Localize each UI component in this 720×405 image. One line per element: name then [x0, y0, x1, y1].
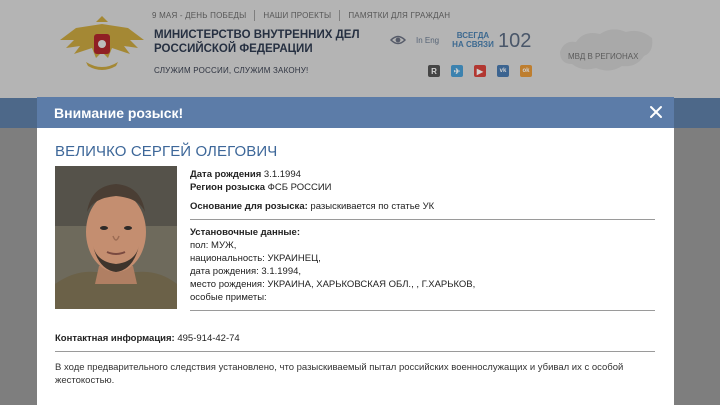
person-name: ВЕЛИЧКО СЕРГЕЙ ОЛЕГОВИЧ: [55, 143, 278, 160]
contact-divider: [55, 351, 655, 352]
case-description: В ходе предварительного следствия устано…: [55, 362, 624, 386]
info-divider-2: [190, 310, 655, 311]
basis-label: Основание для розыска: [190, 201, 305, 212]
detail-birth-place: место рождения: УКРАИНА, ХАРЬКОВСКАЯ ОБЛ…: [190, 279, 476, 290]
region-value: ФСБ РОССИИ: [267, 182, 332, 193]
suspect-photo: [55, 166, 177, 309]
details-heading: Установочные данные:: [190, 226, 655, 239]
info-block: Дата рождения 3.1.1994 Регион розыска ФС…: [190, 168, 655, 311]
detail-birth-date: дата рождения: 3.1.1994,: [190, 266, 302, 277]
details-label: Установочные данные:: [190, 227, 300, 238]
basis-row: Основание для розыска: разыскивается по …: [190, 201, 435, 212]
detail-nationality: национальность: УКРАИНЕЦ,: [190, 253, 321, 264]
region-row: Регион розыска ФСБ РОССИИ: [190, 181, 655, 194]
suspect-portrait-image: [55, 166, 177, 309]
region-label: Регион розыска: [190, 182, 265, 193]
contact-label: Контактная информация:: [55, 333, 175, 344]
detail-special-marks: особые приметы:: [190, 292, 267, 303]
modal-title: Внимание розыск!: [54, 104, 184, 121]
basis-value: разыскивается по статье УК: [310, 201, 435, 212]
birth-date-value: 3.1.1994: [263, 169, 301, 180]
close-icon[interactable]: [649, 105, 663, 119]
detail-sex: пол: МУЖ,: [190, 240, 237, 251]
contact-row: Контактная информация: 495-914-42-74: [55, 333, 240, 344]
birth-date-label: Дата рождения: [190, 169, 262, 180]
info-divider-1: [190, 219, 655, 220]
wanted-modal: Внимание розыск! ВЕЛИЧКО СЕРГЕЙ ОЛЕГОВИЧ…: [37, 97, 674, 405]
contact-value[interactable]: 495-914-42-74: [177, 333, 239, 344]
modal-header: Внимание розыск!: [37, 97, 674, 128]
birth-date-row: Дата рождения 3.1.1994: [190, 168, 655, 181]
